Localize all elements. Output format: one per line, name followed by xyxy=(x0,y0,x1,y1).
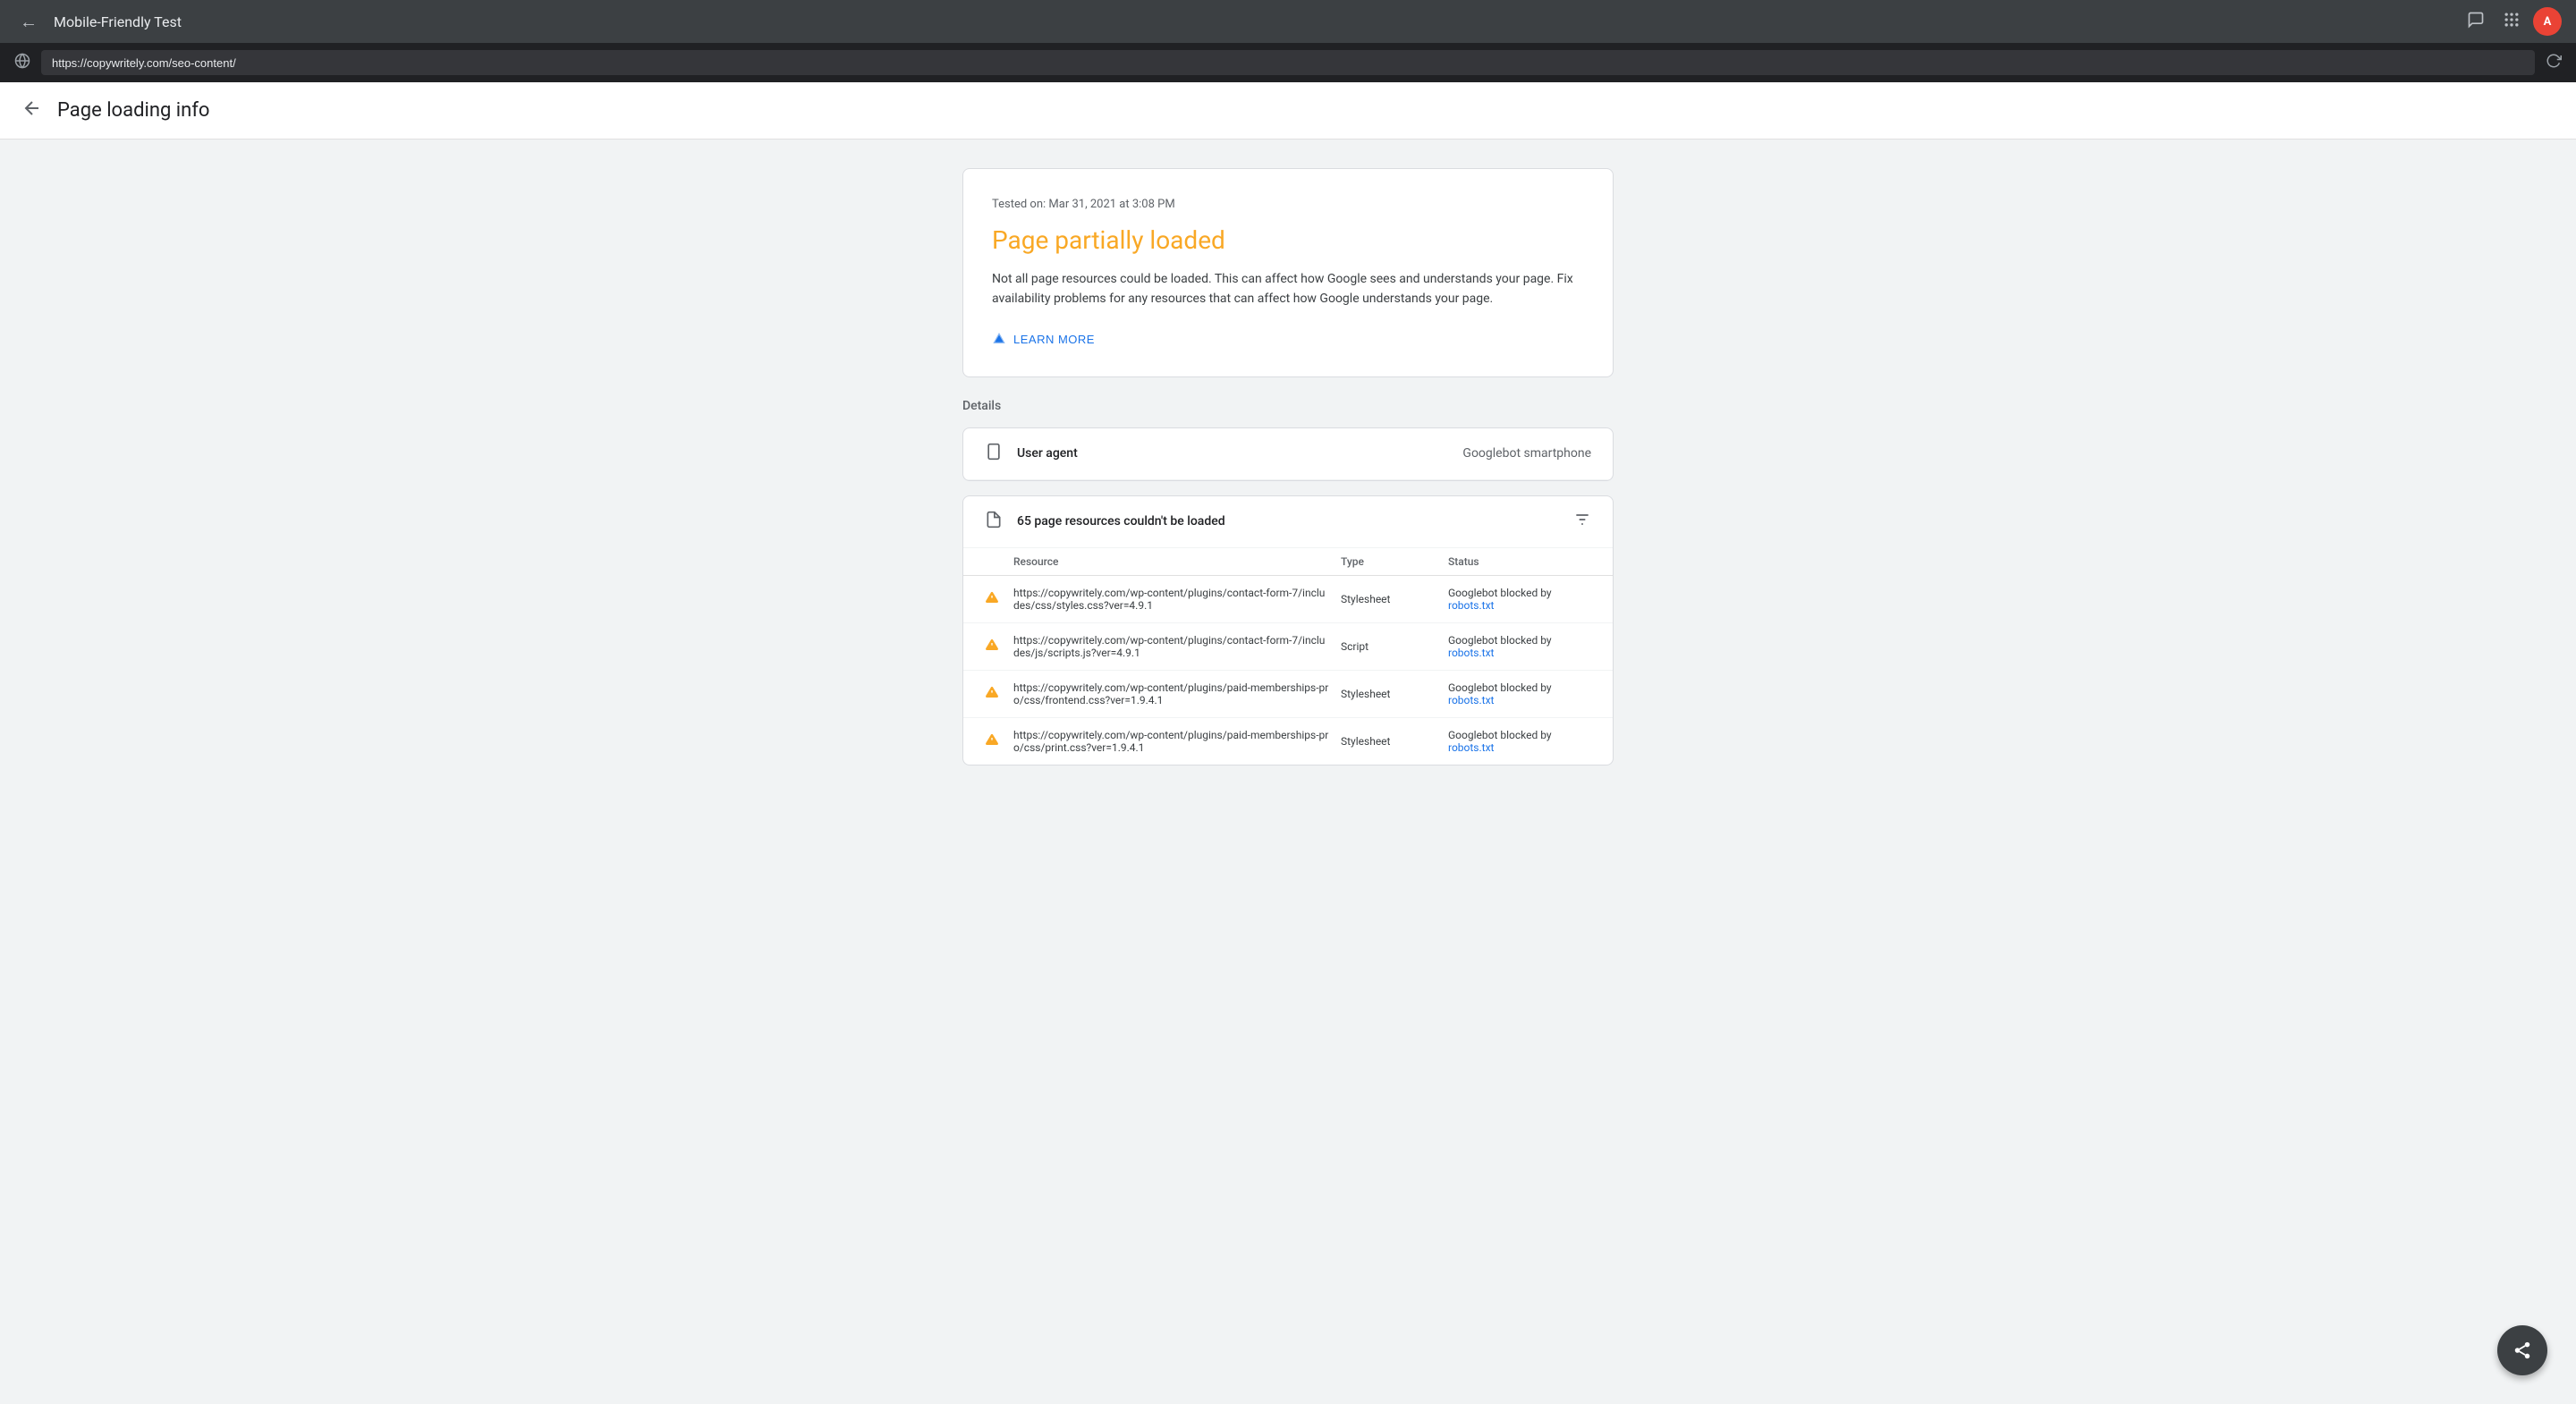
resource-status: Googlebot blocked by robots.txt xyxy=(1448,587,1591,612)
details-label: Details xyxy=(962,399,1614,413)
resource-url: https://copywritely.com/wp-content/plugi… xyxy=(1013,729,1341,754)
robots-txt-link[interactable]: robots.txt xyxy=(1448,694,1494,706)
chrome-title: Mobile-Friendly Test xyxy=(54,13,2451,30)
col-resource-header: Resource xyxy=(1013,555,1341,568)
resource-status: Googlebot blocked by robots.txt xyxy=(1448,681,1591,706)
chrome-back-button[interactable]: ← xyxy=(14,7,43,36)
table-row: https://copywritely.com/wp-content/plugi… xyxy=(963,623,1613,671)
resource-status: Googlebot blocked by robots.txt xyxy=(1448,634,1591,659)
main-content: Tested on: Mar 31, 2021 at 3:08 PM Page … xyxy=(948,140,1628,808)
user-agent-value: Googlebot smartphone xyxy=(1462,446,1591,461)
page-header: Page loading info xyxy=(0,82,2576,140)
status-title: Page partially loaded xyxy=(992,225,1584,255)
resource-type: Stylesheet xyxy=(1341,688,1448,700)
resource-url: https://copywritely.com/wp-content/plugi… xyxy=(1013,681,1341,706)
resources-table-header: Resource Type Status xyxy=(963,548,1613,576)
resources-table: https://copywritely.com/wp-content/plugi… xyxy=(963,576,1613,765)
feedback-button[interactable] xyxy=(2462,7,2490,36)
warning-icon xyxy=(985,732,1013,750)
col-icon-spacer xyxy=(985,555,1013,568)
status-description: Not all page resources could be loaded. … xyxy=(992,269,1584,309)
warning-icon xyxy=(985,638,1013,655)
table-row: https://copywritely.com/wp-content/plugi… xyxy=(963,576,1613,623)
tested-on-label: Tested on: Mar 31, 2021 at 3:08 PM xyxy=(992,198,1584,211)
resource-url: https://copywritely.com/wp-content/plugi… xyxy=(1013,587,1341,612)
back-arrow-icon: ← xyxy=(20,11,38,33)
col-status-header: Status xyxy=(1448,555,1591,568)
warning-icon xyxy=(985,590,1013,608)
globe-icon xyxy=(14,53,30,72)
robots-txt-link[interactable]: robots.txt xyxy=(1448,599,1494,612)
resource-status: Googlebot blocked by robots.txt xyxy=(1448,729,1591,754)
share-fab-button[interactable] xyxy=(2497,1325,2547,1375)
warning-icon xyxy=(985,685,1013,703)
feedback-icon xyxy=(2467,11,2485,33)
apps-button[interactable] xyxy=(2497,7,2526,36)
table-row: https://copywritely.com/wp-content/plugi… xyxy=(963,671,1613,718)
status-card: Tested on: Mar 31, 2021 at 3:08 PM Page … xyxy=(962,168,1614,377)
address-input[interactable] xyxy=(41,50,2535,75)
filter-button[interactable] xyxy=(1573,511,1591,532)
file-icon xyxy=(985,511,1003,533)
chrome-icons: A xyxy=(2462,7,2562,36)
resource-type: Script xyxy=(1341,640,1448,653)
user-avatar[interactable]: A xyxy=(2533,7,2562,36)
learn-more-icon xyxy=(992,331,1006,348)
user-agent-header: User agent Googlebot smartphone xyxy=(963,428,1613,480)
user-agent-card: User agent Googlebot smartphone xyxy=(962,427,1614,481)
robots-txt-link[interactable]: robots.txt xyxy=(1448,741,1494,754)
page-title: Page loading info xyxy=(57,99,209,122)
learn-more-label: LEARN MORE xyxy=(1013,333,1095,346)
resources-title: 65 page resources couldn't be loaded xyxy=(1017,514,1559,529)
robots-txt-link[interactable]: robots.txt xyxy=(1448,647,1494,659)
resource-type: Stylesheet xyxy=(1341,593,1448,605)
reload-icon[interactable] xyxy=(2546,53,2562,72)
page-header-back-button[interactable] xyxy=(21,97,43,123)
learn-more-button[interactable]: LEARN MORE xyxy=(992,331,1095,348)
table-row: https://copywritely.com/wp-content/plugi… xyxy=(963,718,1613,765)
smartphone-icon xyxy=(985,443,1003,465)
address-bar xyxy=(0,43,2576,82)
resource-type: Stylesheet xyxy=(1341,735,1448,748)
resources-header: 65 page resources couldn't be loaded xyxy=(963,496,1613,548)
col-type-header: Type xyxy=(1341,555,1448,568)
user-agent-label: User agent xyxy=(1017,446,1448,461)
resources-card: 65 page resources couldn't be loaded Res… xyxy=(962,495,1614,765)
apps-icon xyxy=(2503,11,2521,33)
chrome-top-bar: ← Mobile-Friendly Test A xyxy=(0,0,2576,43)
resource-url: https://copywritely.com/wp-content/plugi… xyxy=(1013,634,1341,659)
